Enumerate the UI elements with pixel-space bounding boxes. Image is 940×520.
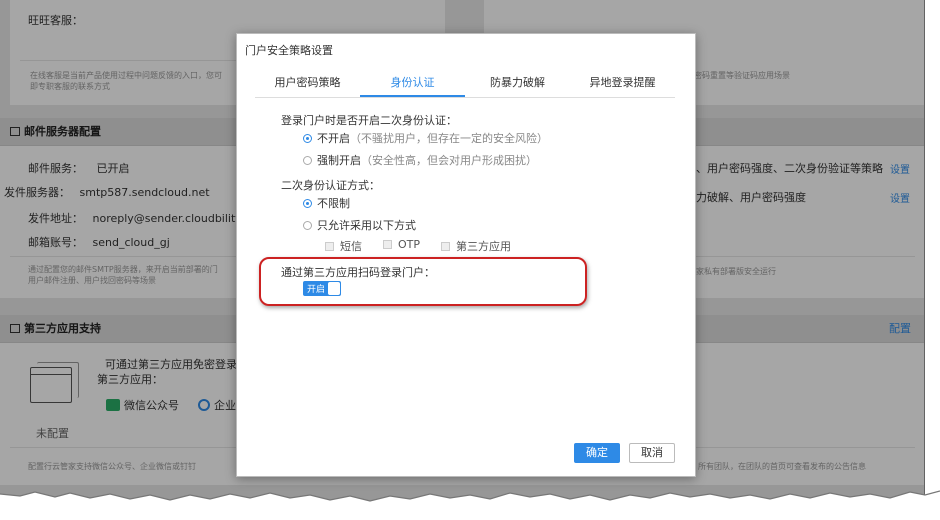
scan-login-toggle[interactable]: 开启 [303,281,341,296]
radio-force-2fa[interactable]: 强制开启（安全性高，但会对用户形成困扰） [303,152,537,168]
radio-unchecked-icon[interactable] [303,221,312,230]
tab-brute-force[interactable]: 防暴力破解 [465,70,570,97]
toggle-knob [328,282,340,295]
tab-identity-auth[interactable]: 身份认证 [360,70,465,97]
tab-password-policy[interactable]: 用户密码策略 [255,70,360,97]
checkbox-otp[interactable]: OTP [383,238,420,251]
radio-checked-icon[interactable] [303,134,312,143]
second-auth-question: 登录门户时是否开启二次身份认证： [281,114,457,127]
scan-login-question: 通过第三方应用扫码登录门户： [281,266,435,279]
checkbox-third-party[interactable]: 第三方应用 [441,238,511,254]
dialog-title: 门户安全策略设置 [245,44,333,57]
auth-method-question: 二次身份认证方式： [281,179,380,192]
tab-bar: 用户密码策略 身份认证 防暴力破解 异地登录提醒 [255,70,675,98]
checkbox-icon[interactable] [383,240,392,249]
torn-paper-edge [0,490,940,520]
radio-checked-icon[interactable] [303,199,312,208]
checkbox-icon[interactable] [325,242,334,251]
radio-only-allow[interactable]: 只允许采用以下方式 [303,217,416,233]
confirm-button[interactable]: 确定 [574,443,620,463]
tab-remote-login[interactable]: 异地登录提醒 [570,70,675,97]
checkbox-sms[interactable]: 短信 [325,238,362,254]
security-policy-dialog: 门户安全策略设置 用户密码策略 身份认证 防暴力破解 异地登录提醒 登录门户时是… [236,33,696,477]
radio-no-limit[interactable]: 不限制 [303,195,350,211]
checkbox-icon[interactable] [441,242,450,251]
radio-unchecked-icon[interactable] [303,156,312,165]
radio-disable-2fa[interactable]: 不开启（不骚扰用户，但存在一定的安全风险） [303,130,548,146]
cancel-button[interactable]: 取消 [629,443,675,463]
